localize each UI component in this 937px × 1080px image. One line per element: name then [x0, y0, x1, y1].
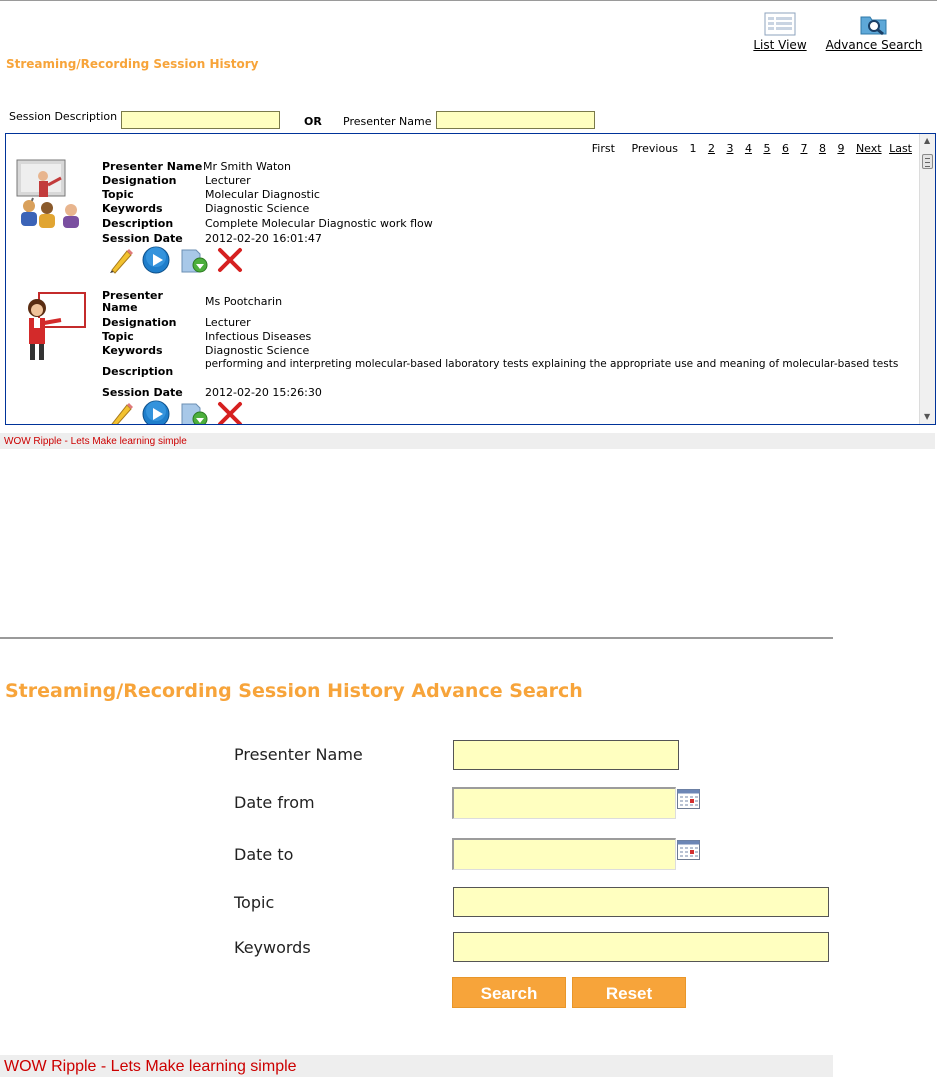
- designation-key: Designation: [102, 174, 177, 187]
- pager-page-1[interactable]: 1: [689, 142, 696, 155]
- page-title: Streaming/Recording Session History: [6, 57, 259, 71]
- designation-key: Designation: [102, 316, 177, 329]
- session-date-value: 2012-02-20 16:01:47: [205, 232, 322, 245]
- pager-first[interactable]: First: [592, 142, 615, 155]
- description-value: performing and interpreting molecular-ba…: [205, 358, 899, 370]
- date-from-field[interactable]: [452, 787, 676, 819]
- reset-button[interactable]: Reset: [572, 977, 686, 1008]
- session-record: Presenter Name Mr Smith Waton Designatio…: [6, 156, 906, 280]
- presenter-name-label: Presenter Name: [343, 115, 432, 128]
- scroll-down-arrow-icon[interactable]: ▼: [924, 412, 930, 421]
- pagination: First Previous 1 2 3 4 5 6 7 8 9 Next La…: [585, 142, 912, 155]
- pencil-icon[interactable]: [106, 400, 134, 425]
- topic-field-label: Topic: [234, 893, 275, 912]
- keywords-key: Keywords: [102, 202, 163, 215]
- date-to-field[interactable]: [452, 838, 676, 870]
- list-view-icon: [764, 12, 796, 36]
- session-description-label: Session Description: [9, 110, 118, 123]
- pager-previous[interactable]: Previous: [631, 142, 678, 155]
- topic-field[interactable]: [453, 887, 829, 917]
- advance-search-button[interactable]: Advance Search: [820, 12, 928, 52]
- bottom-divider: [0, 637, 833, 639]
- calendar-icon[interactable]: [677, 789, 700, 809]
- session-date-key: Session Date: [102, 386, 183, 399]
- topic-key: Topic: [102, 330, 134, 343]
- keywords-value: Diagnostic Science: [205, 202, 310, 215]
- footer-text: WOW Ripple - Lets Make learning simple: [0, 433, 935, 449]
- keywords-field-label: Keywords: [234, 938, 311, 957]
- pager-page-4[interactable]: 4: [745, 142, 752, 155]
- top-divider: [0, 0, 937, 1]
- presenter-name-input[interactable]: [436, 111, 595, 129]
- description-value: Complete Molecular Diagnostic work flow: [205, 217, 433, 230]
- play-icon[interactable]: [142, 400, 170, 425]
- play-icon[interactable]: [142, 246, 170, 274]
- keywords-value: Diagnostic Science: [205, 344, 310, 357]
- topic-value: Molecular Diagnostic: [205, 188, 320, 201]
- pager-page-8[interactable]: 8: [819, 142, 826, 155]
- download-icon[interactable]: [180, 246, 208, 274]
- pencil-icon[interactable]: [106, 246, 134, 274]
- footer-text-bottom: WOW Ripple - Lets Make learning simple: [0, 1055, 833, 1077]
- pager-page-2[interactable]: 2: [708, 142, 715, 155]
- pager-page-5[interactable]: 5: [763, 142, 770, 155]
- pager-page-3[interactable]: 3: [726, 142, 733, 155]
- advance-search-title: Streaming/Recording Session History Adva…: [5, 680, 583, 702]
- lecture-classroom-icon: [16, 159, 79, 228]
- presenter-name-key: Presenter Name: [102, 160, 203, 173]
- session-date-key: Session Date: [102, 232, 183, 245]
- search-button[interactable]: Search: [452, 977, 566, 1008]
- list-view-button[interactable]: List View: [751, 12, 809, 52]
- delete-x-icon[interactable]: [216, 246, 244, 274]
- presenter-woman-icon: [28, 292, 86, 360]
- vertical-scrollbar[interactable]: ▲ ▼: [919, 134, 935, 424]
- date-from-label: Date from: [234, 793, 315, 812]
- advance-search-label: Advance Search: [825, 38, 923, 52]
- session-list-panel: First Previous 1 2 3 4 5 6 7 8 9 Next La…: [5, 133, 936, 425]
- session-record: Presenter Name Ms Pootcharin Designation…: [6, 286, 906, 425]
- description-key: Description: [102, 217, 174, 230]
- scrollbar-thumb[interactable]: [922, 154, 933, 169]
- keywords-key: Keywords: [102, 344, 163, 357]
- designation-value: Lecturer: [205, 174, 251, 187]
- presenter-name-field-label: Presenter Name: [234, 745, 363, 764]
- delete-x-icon[interactable]: [216, 400, 244, 425]
- keywords-field[interactable]: [453, 932, 829, 962]
- pager-page-9[interactable]: 9: [837, 142, 844, 155]
- description-key: Description: [102, 365, 174, 378]
- calendar-icon[interactable]: [677, 840, 700, 860]
- date-to-label: Date to: [234, 845, 294, 864]
- download-icon[interactable]: [180, 400, 208, 425]
- pager-last[interactable]: Last: [889, 142, 912, 155]
- designation-value: Lecturer: [205, 316, 251, 329]
- pager-page-7[interactable]: 7: [800, 142, 807, 155]
- pager-next[interactable]: Next: [856, 142, 882, 155]
- presenter-name-value: Mr Smith Waton: [203, 160, 291, 173]
- presenter-name-field[interactable]: [453, 740, 679, 770]
- session-date-value: 2012-02-20 15:26:30: [205, 386, 322, 399]
- name-key: Name: [102, 301, 138, 314]
- presenter-name-value: Ms Pootcharin: [205, 295, 283, 308]
- or-label: OR: [304, 115, 322, 128]
- topic-key: Topic: [102, 188, 134, 201]
- list-view-label: List View: [753, 38, 807, 52]
- session-description-input[interactable]: [121, 111, 280, 129]
- pager-page-6[interactable]: 6: [782, 142, 789, 155]
- folder-search-icon: [860, 16, 887, 36]
- topic-value: Infectious Diseases: [205, 330, 312, 343]
- scroll-up-arrow-icon[interactable]: ▲: [924, 136, 930, 145]
